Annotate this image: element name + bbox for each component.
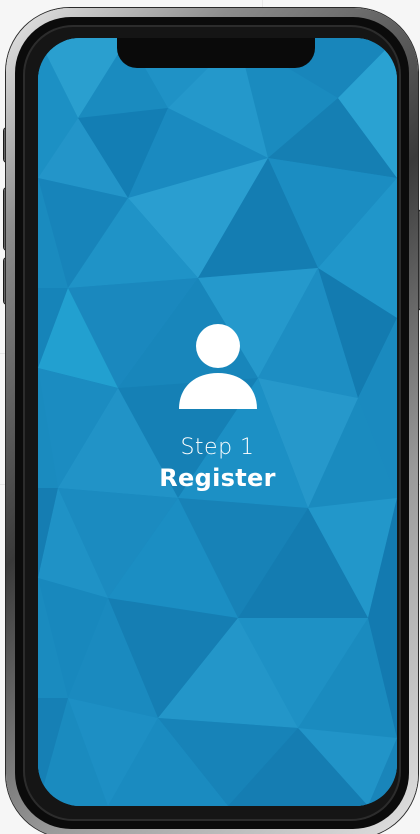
step-content: Step 1 Register — [38, 323, 397, 492]
phone-notch — [117, 38, 315, 68]
user-icon — [178, 324, 257, 409]
phone-screen: Step 1 Register — [38, 38, 397, 806]
page-title: Register — [159, 464, 276, 492]
step-label: Step 1 — [180, 435, 255, 460]
mockup-stage: Step 1 Register — [0, 0, 420, 834]
